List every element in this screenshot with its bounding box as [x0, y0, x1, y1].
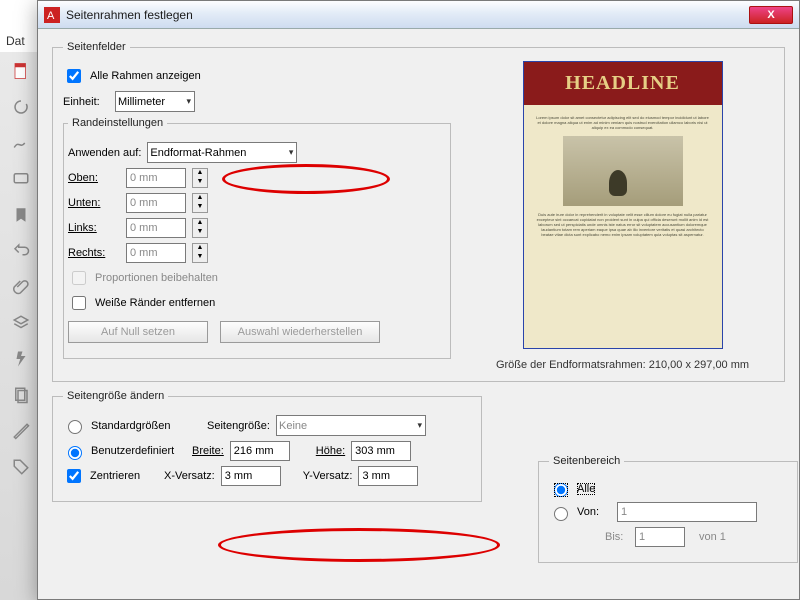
- attach-icon[interactable]: [8, 274, 34, 300]
- bottom-label: Unten:: [68, 197, 120, 209]
- dialog-titlebar: A Seitenrahmen festlegen X: [38, 1, 799, 29]
- xoffset-label: X-Versatz:: [164, 470, 215, 482]
- page-range-legend: Seitenbereich: [549, 455, 624, 467]
- range-all-radio[interactable]: [554, 483, 568, 497]
- page-icon[interactable]: [8, 58, 34, 84]
- preview-caption: Größe der Endformatsrahmen: 210,00 x 297…: [471, 359, 774, 371]
- pages-icon[interactable]: [8, 382, 34, 408]
- tool-sidebar: [0, 52, 42, 600]
- svg-text:A: A: [47, 10, 55, 22]
- top-spinner[interactable]: ▲▼: [192, 168, 208, 188]
- annotation-ring-2: [218, 528, 500, 562]
- pagesize-select[interactable]: Keine: [276, 415, 426, 436]
- top-label: Oben:: [68, 172, 120, 184]
- remove-white-checkbox[interactable]: [72, 296, 86, 310]
- left-input[interactable]: [126, 218, 186, 238]
- yoffset-input[interactable]: [358, 466, 418, 486]
- page-boxes-dialog: A Seitenrahmen festlegen X Seitenfelder …: [37, 0, 800, 600]
- measure-icon[interactable]: [8, 418, 34, 444]
- undo-icon[interactable]: [8, 238, 34, 264]
- show-all-frames-checkbox[interactable]: [67, 69, 81, 83]
- unit-select[interactable]: Millimeter: [115, 91, 195, 112]
- constrain-label: Proportionen beibehalten: [95, 272, 218, 284]
- right-input[interactable]: [126, 243, 186, 263]
- left-spinner[interactable]: ▲▼: [192, 218, 208, 238]
- pdf-icon: A: [44, 7, 60, 23]
- page-size-group: Seitengröße ändern Standardgrößen Seiten…: [52, 390, 482, 502]
- top-input[interactable]: [126, 168, 186, 188]
- page-fields-group: Seitenfelder Alle Rahmen anzeigen Einhei…: [52, 41, 785, 382]
- layers-icon[interactable]: [8, 310, 34, 336]
- range-from-radio[interactable]: [554, 507, 568, 521]
- right-spinner[interactable]: ▲▼: [192, 243, 208, 263]
- std-size-radio[interactable]: [68, 420, 82, 434]
- margin-group: Randeinstellungen Anwenden auf: Endforma…: [63, 117, 451, 359]
- tag-icon[interactable]: [8, 454, 34, 480]
- page-preview: HEADLINE Lorem ipsum dolor sit amet cons…: [523, 61, 723, 349]
- height-input[interactable]: [351, 441, 411, 461]
- reset-button[interactable]: Auf Null setzen: [68, 321, 208, 343]
- range-all-label: Alle: [577, 483, 595, 495]
- signature-icon[interactable]: [8, 130, 34, 156]
- bottom-spinner[interactable]: ▲▼: [192, 193, 208, 213]
- std-size-label: Standardgrößen: [91, 420, 201, 432]
- page-fields-legend: Seitenfelder: [63, 41, 130, 53]
- left-label: Links:: [68, 222, 120, 234]
- app-menu-hint[interactable]: Dat: [6, 34, 25, 48]
- right-label: Rechts:: [68, 247, 120, 259]
- pagesize-label: Seitengröße:: [207, 420, 270, 432]
- bottom-input[interactable]: [126, 193, 186, 213]
- range-from-input[interactable]: [617, 502, 757, 522]
- width-label: Breite:: [192, 445, 224, 457]
- width-input[interactable]: [230, 441, 290, 461]
- custom-size-label: Benutzerdefiniert: [91, 445, 186, 457]
- height-label: Höhe:: [316, 445, 345, 457]
- range-of-label: von 1: [699, 531, 726, 543]
- revert-button[interactable]: Auswahl wiederherstellen: [220, 321, 380, 343]
- yoffset-label: Y-Versatz:: [303, 470, 353, 482]
- show-all-frames-label: Alle Rahmen anzeigen: [90, 70, 201, 82]
- center-label: Zentrieren: [90, 470, 158, 482]
- flash-icon[interactable]: [8, 346, 34, 372]
- constrain-checkbox[interactable]: [72, 271, 86, 285]
- preview-image: [563, 136, 683, 206]
- dialog-body: Seitenfelder Alle Rahmen anzeigen Einhei…: [38, 29, 799, 514]
- preview-body: Lorem ipsum dolor sit amet consectetur a…: [524, 105, 722, 247]
- bookmark-icon[interactable]: [8, 202, 34, 228]
- dialog-title: Seitenrahmen festlegen: [66, 8, 749, 22]
- comment-icon[interactable]: [8, 166, 34, 192]
- remove-white-label: Weiße Ränder entfernen: [95, 297, 215, 309]
- range-from-label: Von:: [577, 506, 611, 518]
- center-checkbox[interactable]: [67, 469, 81, 483]
- unit-label: Einheit:: [63, 96, 109, 108]
- custom-size-radio[interactable]: [68, 446, 82, 460]
- xoffset-input[interactable]: [221, 466, 281, 486]
- apply-to-select[interactable]: Endformat-Rahmen: [147, 142, 297, 163]
- close-button[interactable]: X: [749, 6, 793, 24]
- page-range-group: Seitenbereich Alle Von: Bis: von 1: [538, 455, 798, 563]
- apply-to-label: Anwenden auf:: [68, 147, 141, 159]
- range-to-input[interactable]: [635, 527, 685, 547]
- preview-headline: HEADLINE: [524, 62, 722, 105]
- page-size-legend: Seitengröße ändern: [63, 390, 168, 402]
- reload-icon[interactable]: [8, 94, 34, 120]
- range-to-label: Bis:: [605, 531, 629, 543]
- margin-legend: Randeinstellungen: [68, 117, 167, 129]
